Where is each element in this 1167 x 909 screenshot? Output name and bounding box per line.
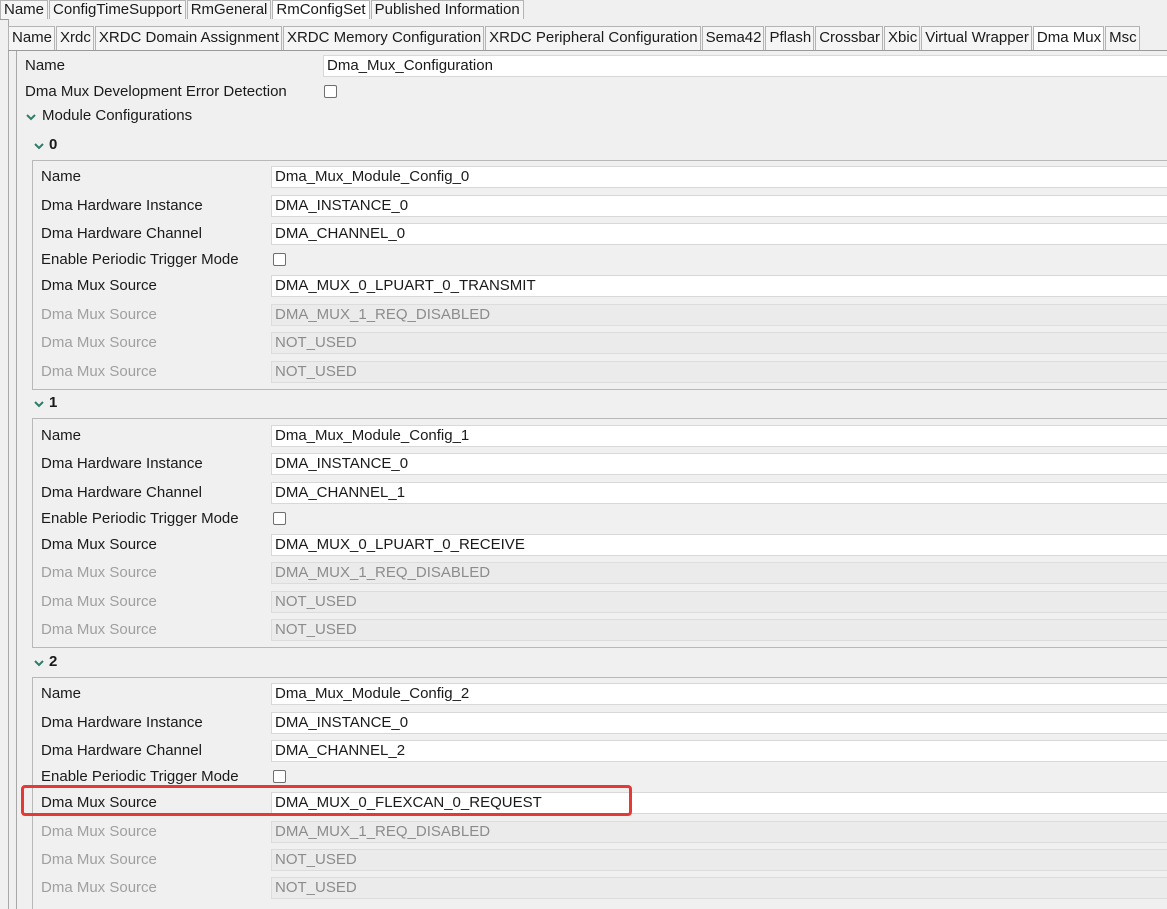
module-0-source-0-label: Dma Mux Source (41, 277, 157, 294)
module-0-source-1-field: DMA_MUX_1_REQ_DISABLED (271, 304, 1167, 326)
module-2-channel-field[interactable]: DMA_CHANNEL_2 (271, 740, 1167, 762)
chevron-down-icon[interactable] (25, 111, 37, 123)
module-0-source-2-label: Dma Mux Source (41, 334, 157, 351)
module-2-source-1-label: Dma Mux Source (41, 823, 157, 840)
module-1-source-1-label: Dma Mux Source (41, 564, 157, 581)
module-2-periodic-checkbox[interactable] (273, 770, 286, 783)
tab-crossbar[interactable]: Crossbar (815, 26, 884, 50)
module-0-periodic-checkbox[interactable] (273, 253, 286, 266)
tab-xrdc-peripheral-configuration[interactable]: XRDC Peripheral Configuration (485, 26, 701, 50)
module-1-source-0-field[interactable]: DMA_MUX_0_LPUART_0_RECEIVE (271, 534, 1167, 556)
tab-pflash[interactable]: Pflash (765, 26, 815, 50)
module-2-name-field[interactable]: Dma_Mux_Module_Config_2 (271, 683, 1167, 705)
module-2-periodic-label: Enable Periodic Trigger Mode (41, 768, 239, 785)
tab-dma-mux[interactable]: Dma Mux (1032, 26, 1105, 50)
module-2-source-3-label: Dma Mux Source (41, 879, 157, 896)
module-1-title: 1 (49, 394, 58, 411)
module-1-name-field[interactable]: Dma_Mux_Module_Config_1 (271, 425, 1167, 447)
chevron-down-icon[interactable] (33, 657, 45, 669)
inner-tab-bar: Name Xrdc XRDC Domain Assignment XRDC Me… (8, 26, 1167, 51)
tab-sema42[interactable]: Sema42 (701, 26, 765, 50)
module-0-instance-field[interactable]: DMA_INSTANCE_0 (271, 195, 1167, 217)
tab-name[interactable]: Name (0, 0, 49, 19)
name-field[interactable]: Dma_Mux_Configuration (323, 55, 1167, 77)
module-2-name-label: Name (41, 685, 82, 702)
module-2-title: 2 (49, 653, 58, 670)
module-1-source-0-label: Dma Mux Source (41, 536, 157, 553)
module-1-source-2-label: Dma Mux Source (41, 593, 157, 610)
tab-xbic[interactable]: Xbic (884, 26, 921, 50)
module-2-channel-label: Dma Hardware Channel (41, 742, 202, 759)
tab-xrdc[interactable]: Xrdc (56, 26, 94, 50)
tab-rm-general[interactable]: RmGeneral (186, 0, 272, 19)
module-2-source-3-field: NOT_USED (271, 877, 1167, 899)
name-label: Name (25, 57, 66, 74)
module-0-source-2-field: NOT_USED (271, 332, 1167, 354)
module-1-name-label: Name (41, 427, 82, 444)
module-1-channel-field[interactable]: DMA_CHANNEL_1 (271, 482, 1167, 504)
module-0-name-label: Name (41, 168, 82, 185)
module-1-instance-label: Dma Hardware Instance (41, 455, 203, 472)
tab-name[interactable]: Name (8, 26, 56, 50)
module-0-source-0-field[interactable]: DMA_MUX_0_LPUART_0_TRANSMIT (271, 275, 1167, 297)
module-0-instance-label: Dma Hardware Instance (41, 197, 203, 214)
module-0-source-1-label: Dma Mux Source (41, 306, 157, 323)
module-1-source-3-field: NOT_USED (271, 619, 1167, 641)
chevron-down-icon[interactable] (33, 398, 45, 410)
module-0-name-field[interactable]: Dma_Mux_Module_Config_0 (271, 166, 1167, 188)
chevron-down-icon[interactable] (33, 140, 45, 152)
module-2-source-1-field: DMA_MUX_1_REQ_DISABLED (271, 821, 1167, 843)
tab-published-information[interactable]: Published Information (370, 0, 524, 19)
module-1-source-2-field: NOT_USED (271, 591, 1167, 613)
tab-config-time-support[interactable]: ConfigTimeSupport (49, 0, 186, 19)
module-2-source-2-label: Dma Mux Source (41, 851, 157, 868)
module-1-periodic-checkbox[interactable] (273, 512, 286, 525)
outer-tab-bar: Name ConfigTimeSupport RmGeneral RmConfi… (0, 0, 1167, 20)
module-2-instance-label: Dma Hardware Instance (41, 714, 203, 731)
module-2-source-2-field: NOT_USED (271, 849, 1167, 871)
module-1-source-3-label: Dma Mux Source (41, 621, 157, 638)
module-configurations-label: Module Configurations (42, 107, 193, 124)
highlight-annotation-box (21, 785, 632, 816)
module-0-channel-field[interactable]: DMA_CHANNEL_0 (271, 223, 1167, 245)
tab-virtual-wrapper[interactable]: Virtual Wrapper (921, 26, 1032, 50)
module-1-source-1-field: DMA_MUX_1_REQ_DISABLED (271, 562, 1167, 584)
tab-xrdc-memory-configuration[interactable]: XRDC Memory Configuration (282, 26, 485, 50)
dev-error-detection-label: Dma Mux Development Error Detection (25, 83, 287, 100)
tab-msc[interactable]: Msc (1105, 26, 1140, 50)
tab-xrdc-domain-assignment[interactable]: XRDC Domain Assignment (94, 26, 282, 50)
module-1-instance-field[interactable]: DMA_INSTANCE_0 (271, 453, 1167, 475)
dev-error-detection-checkbox[interactable] (324, 85, 337, 98)
module-0-channel-label: Dma Hardware Channel (41, 225, 202, 242)
module-0-periodic-label: Enable Periodic Trigger Mode (41, 251, 239, 268)
module-0-source-3-field: NOT_USED (271, 361, 1167, 383)
module-0-source-3-label: Dma Mux Source (41, 363, 157, 380)
tab-rm-config-set[interactable]: RmConfigSet (272, 0, 370, 19)
module-1-channel-label: Dma Hardware Channel (41, 484, 202, 501)
module-2-instance-field[interactable]: DMA_INSTANCE_0 (271, 712, 1167, 734)
module-1-periodic-label: Enable Periodic Trigger Mode (41, 510, 239, 527)
module-0-title: 0 (49, 136, 58, 153)
